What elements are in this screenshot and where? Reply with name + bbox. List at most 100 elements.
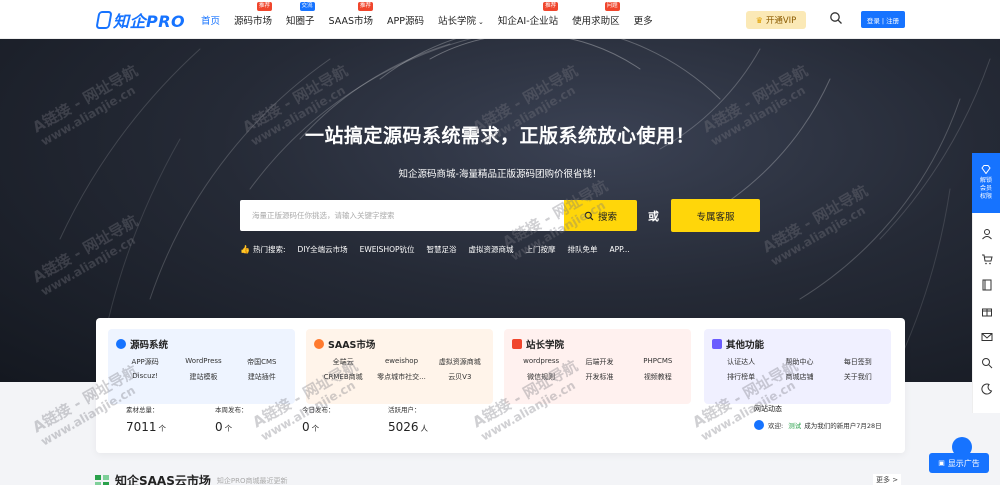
category-link[interactable]: 云贝V3 [431, 372, 489, 382]
login-register-button[interactable]: 登录 | 注册 [861, 11, 905, 28]
category-link[interactable]: wordpress [512, 357, 570, 367]
category-link[interactable]: 认证达人 [712, 357, 770, 367]
logo-icon [95, 11, 113, 29]
category-card-saas: SAAS市场 全端云 eweishop 虚拟资源商城 CRMEB商城 零点城市社… [306, 329, 493, 404]
category-link[interactable]: 帝国CMS [233, 357, 291, 367]
nav-badge: 问题 [604, 1, 620, 11]
source-icon [116, 339, 126, 349]
nav-saas-market[interactable]: SAAS市场 推荐 [329, 1, 374, 27]
section-subtitle: 知企PRO商城最近更新 [216, 476, 288, 485]
gift-icon[interactable] [981, 305, 993, 317]
category-link[interactable]: Discuz! [116, 372, 174, 382]
search-icon[interactable] [981, 357, 993, 369]
hot-search-item[interactable]: DIY全端云市场 [298, 244, 348, 255]
thumbs-up-icon: 👍 [240, 245, 250, 254]
top-header: 知企PRO 首页 源码市场 推荐 知圈子 交流 SAAS市场 推荐 APP源码 站长学… [0, 0, 1000, 39]
hero-search-input[interactable] [240, 200, 564, 231]
category-link[interactable]: CRMEB商城 [314, 372, 372, 382]
search-icon [584, 211, 594, 220]
hot-search-item[interactable]: 上门按摩 [526, 244, 556, 255]
category-link[interactable]: PHPCMS [629, 357, 687, 367]
user-icon[interactable] [981, 228, 993, 240]
category-link[interactable]: 排行榜单 [712, 372, 770, 382]
category-link[interactable]: APP源码 [116, 357, 174, 367]
category-link[interactable]: 每日签到 [829, 357, 887, 367]
category-link[interactable]: 全端云 [314, 357, 372, 367]
category-title: SAAS市场 [328, 340, 376, 351]
saas-section-header: 知企SAAS云市场 知企PRO商城最近更新 [95, 472, 287, 485]
nav-academy[interactable]: 站长学院 ⌄ [438, 13, 484, 27]
category-link[interactable]: 微信规则 [512, 372, 570, 382]
category-link[interactable]: WordPress [174, 357, 232, 367]
category-title: 站长学院 [526, 340, 565, 351]
hot-search-item[interactable]: 智慧足浴 [427, 244, 457, 255]
stat-weekly: 本周发布： 0个 [215, 406, 248, 434]
customer-service-button[interactable]: 专属客服 [671, 199, 760, 232]
hero-title: 一站搞定源码系统需求，正版系统放心使用！ [304, 125, 695, 147]
show-ad-button[interactable]: ▣ 显示广告 [929, 453, 989, 473]
side-toolbar [972, 213, 1000, 413]
feature-icon [712, 339, 722, 349]
nav-home[interactable]: 首页 [201, 13, 220, 27]
category-link[interactable]: 关于我们 [829, 372, 887, 382]
category-title: 其他功能 [726, 340, 765, 351]
nav-help[interactable]: 使用求助区 问题 [572, 1, 620, 27]
stat-today: 今日发布： 0个 [302, 406, 335, 434]
main-nav: 首页 源码市场 推荐 知圈子 交流 SAAS市场 推荐 APP源码 站长学院 ⌄ 知企A… [201, 0, 667, 39]
section-title: 知企SAAS云市场 [115, 474, 211, 485]
site-logo[interactable]: 知企PRO [95, 9, 186, 31]
unlock-vip-tab[interactable]: 解锁会员权限 [972, 153, 1000, 213]
hot-search-item[interactable]: EWEISHOP钪位 [360, 244, 415, 255]
category-link[interactable]: 商城店铺 [770, 372, 828, 382]
site-news-title: 网站动态 [754, 405, 782, 413]
tv-icon: ▣ [938, 459, 945, 467]
book-icon[interactable] [981, 279, 993, 291]
search-icon[interactable] [829, 11, 843, 25]
or-text: 或 [648, 210, 659, 223]
category-link[interactable]: 后端开发 [570, 357, 628, 367]
category-link[interactable]: 视频教程 [629, 372, 687, 382]
category-title: 源码系统 [130, 340, 169, 351]
stat-active-users: 活跃用户： 5026 人 [388, 406, 429, 434]
cart-icon[interactable] [981, 253, 993, 265]
mail-icon[interactable] [981, 331, 993, 343]
category-link[interactable]: 虚拟资源商城 [431, 357, 489, 367]
nav-more[interactable]: 更多 [634, 13, 653, 27]
academy-icon [512, 339, 522, 349]
category-link[interactable]: 建站模板 [174, 372, 232, 382]
category-card-academy: 站长学院 wordpress 后端开发 PHPCMS 微信规则 开发标准 视频教… [504, 329, 691, 404]
crown-icon: ♛ [755, 15, 763, 25]
saas-icon [314, 339, 324, 349]
category-link[interactable]: 帮助中心 [770, 357, 828, 367]
category-link[interactable]: 开发标准 [570, 372, 628, 382]
nav-app-source[interactable]: APP源码 [387, 13, 424, 27]
hot-search-item[interactable]: 排队免单 [568, 244, 598, 255]
category-card-source: 源码系统 APP源码 WordPress 帝国CMS Discuz! 建站模板 … [108, 329, 295, 404]
nav-badge: 交流 [299, 1, 315, 11]
avatar [754, 420, 764, 430]
nav-badge: 推荐 [257, 1, 273, 11]
theme-toggle-icon[interactable] [981, 383, 993, 395]
category-panel: 源码系统 APP源码 WordPress 帝国CMS Discuz! 建站模板 … [96, 318, 905, 453]
category-link[interactable]: 零点城市社交... [372, 372, 430, 382]
category-link[interactable]: eweishop [372, 357, 430, 367]
hot-search-item[interactable]: 虚拟资源商城 [469, 244, 514, 255]
chevron-down-icon: ⌄ [478, 17, 484, 26]
section-icon [95, 474, 109, 485]
category-card-other: 其他功能 认证达人 帮助中心 每日签到 排行榜单 商城店铺 关于我们 [704, 329, 891, 404]
hot-search-item[interactable]: APP... [610, 245, 630, 254]
vip-button[interactable]: ♛ 开通VIP [746, 11, 806, 29]
news-user: 测试 [788, 422, 802, 430]
nav-ai-site[interactable]: 知企AI-企业站 推荐 [498, 1, 559, 27]
nav-source-market[interactable]: 源码市场 推荐 [234, 1, 273, 27]
hero-search-button[interactable]: 搜索 [564, 200, 637, 231]
logo-text: 知企PRO [113, 12, 186, 31]
hot-search-label: 热门搜索: [252, 245, 286, 254]
stat-total: 素材总量： 7011 个 [126, 406, 167, 434]
hero-subtitle: 知企源码商城-海量精品正版源码团购价很省钱！ [398, 169, 602, 180]
site-news-item[interactable]: 欢迎: 测试 成为我们的新用户7月28日 [754, 420, 882, 430]
nav-circle[interactable]: 知圈子 交流 [286, 1, 315, 27]
hot-search-bar: 👍 热门搜索: DIY全端云市场 EWEISHOP钪位 智慧足浴 虚拟资源商城 … [240, 244, 642, 255]
category-link[interactable]: 建站插件 [233, 372, 291, 382]
more-link[interactable]: 更多 > [873, 474, 902, 485]
